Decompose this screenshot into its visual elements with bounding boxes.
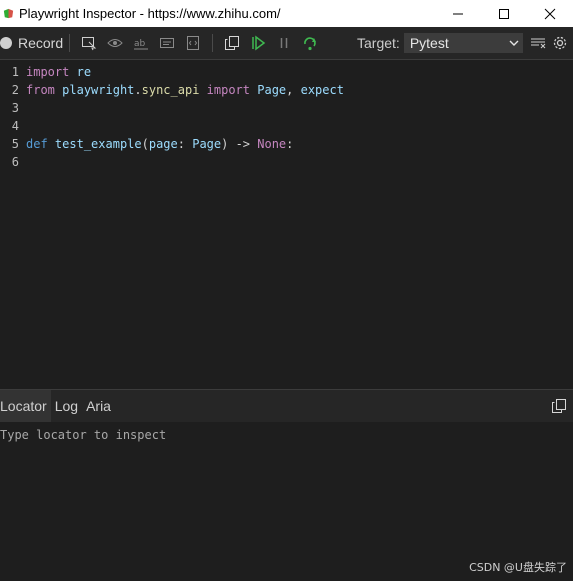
copy-icon[interactable]	[224, 35, 240, 51]
code-token: (	[141, 137, 149, 151]
line-number: 4	[11, 119, 19, 133]
assert-text-icon[interactable]: ab	[133, 35, 149, 51]
tab-log[interactable]: Log	[51, 390, 82, 422]
code-line: 1 import re	[0, 63, 91, 81]
target-select[interactable]: Pytest	[403, 33, 523, 53]
locator-input[interactable]	[0, 426, 560, 444]
target-value: Pytest	[409, 35, 449, 51]
code-line: 3	[0, 99, 26, 117]
copy-locator-icon[interactable]	[551, 398, 567, 414]
window-title: Playwright Inspector - https://www.zhihu…	[19, 6, 281, 21]
code-token: ) ->	[221, 137, 258, 151]
code-token: expect	[300, 83, 344, 97]
pause-icon[interactable]	[276, 35, 292, 51]
resume-icon[interactable]	[250, 35, 266, 51]
code-token: None	[257, 137, 287, 151]
watermark: CSDN @U盘失踪了	[469, 561, 567, 574]
code-editor[interactable]: 1 import re 2 from playwright.sync_api impo…	[0, 60, 573, 389]
locator-panel: CSDN @U盘失踪了	[0, 422, 573, 581]
target-group: Target: Pytest	[357, 27, 523, 59]
code-token: Page	[192, 137, 222, 151]
code-token: :	[286, 137, 294, 151]
record-button[interactable]: Record	[0, 27, 63, 59]
line-number: 5	[11, 137, 19, 151]
code-token: ,	[286, 83, 301, 97]
code-token: test_example	[54, 137, 142, 151]
title-bar: Playwright Inspector - https://www.zhihu…	[0, 0, 573, 27]
target-label: Target:	[357, 35, 400, 51]
code-token: sync_api	[141, 83, 200, 97]
code-token: Page	[257, 83, 287, 97]
code-line: 6	[0, 153, 26, 171]
panel-tabs: Locator Log Aria	[0, 389, 573, 422]
playwright-logo-icon	[2, 7, 15, 20]
assert-visibility-icon[interactable]	[107, 35, 123, 51]
record-icon	[0, 37, 12, 49]
settings-icon[interactable]	[552, 35, 568, 51]
pick-locator-icon[interactable]	[81, 35, 97, 51]
maximize-button[interactable]	[481, 0, 527, 27]
maximize-icon	[499, 8, 509, 19]
code-line: 5 def test_example(page: Page) -> None:	[0, 135, 294, 153]
minimize-button[interactable]	[435, 0, 481, 27]
code-token: :	[177, 137, 193, 151]
clear-icon[interactable]	[530, 35, 546, 51]
line-number: 1	[11, 65, 19, 79]
code-token: def	[26, 137, 48, 151]
tab-locator[interactable]: Locator	[0, 390, 51, 422]
code-line: 2 from playwright.sync_api import Page, e…	[0, 81, 344, 99]
assert-snapshot-icon[interactable]	[185, 35, 201, 51]
line-number: 2	[11, 83, 19, 97]
code-token: playwright	[62, 83, 135, 97]
assert-value-icon[interactable]	[159, 35, 175, 51]
code-line: 4	[0, 117, 26, 135]
minimize-icon	[453, 13, 463, 14]
toolbar-divider	[69, 34, 71, 52]
code-token: page	[148, 137, 178, 151]
toolbar-divider	[212, 34, 214, 52]
record-label: Record	[18, 35, 64, 51]
code-token: re	[76, 65, 92, 79]
code-token: from	[26, 83, 55, 97]
svg-text:ab: ab	[134, 39, 146, 49]
line-number: 6	[11, 155, 19, 169]
step-over-icon[interactable]	[302, 35, 318, 51]
toolbar: Record ab Target: Pytest	[0, 27, 573, 60]
close-button[interactable]	[527, 0, 573, 27]
tab-aria[interactable]: Aria	[82, 390, 115, 422]
line-number: 3	[11, 101, 19, 115]
chevron-down-icon	[509, 40, 519, 46]
code-token: .	[134, 83, 142, 97]
code-token: import	[206, 83, 251, 97]
close-icon	[544, 8, 556, 19]
code-token: import	[26, 65, 70, 79]
